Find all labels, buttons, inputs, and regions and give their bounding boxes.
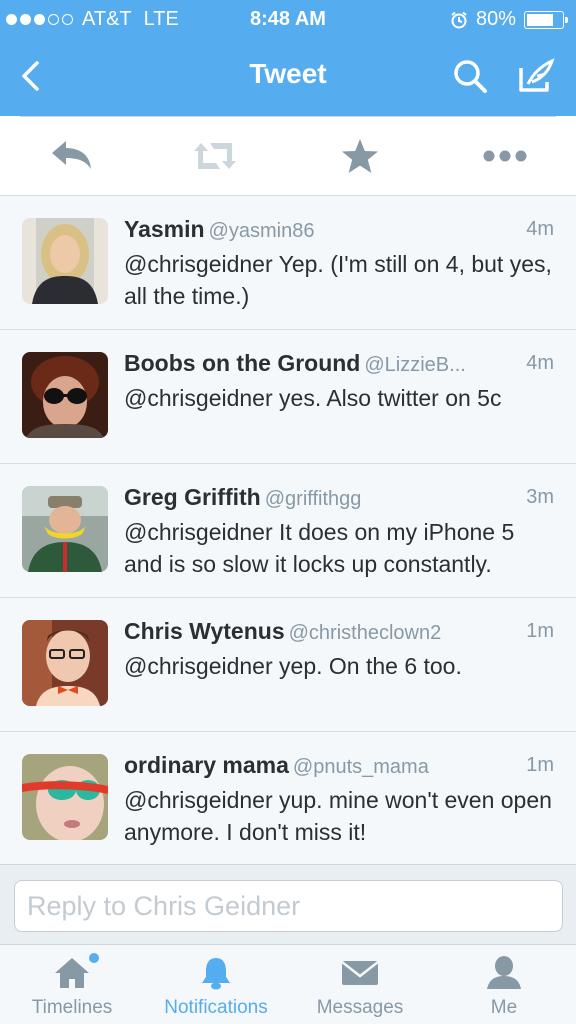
- retweet-icon: [190, 139, 240, 173]
- reply-time: 1m: [520, 754, 554, 777]
- retweet-button[interactable]: [190, 136, 240, 176]
- author-name[interactable]: Chris Wytenus: [124, 618, 285, 644]
- new-indicator-dot: [89, 953, 99, 963]
- avatar[interactable]: [22, 352, 108, 438]
- reply-text: @chrisgeidner yes. Also twitter on 5c: [124, 385, 502, 411]
- battery-fill: [527, 13, 554, 26]
- reply-item[interactable]: Yasmin @yasmin86 4m @chrisgeidner Yep. (I…: [0, 196, 576, 330]
- reply-list: Yasmin @yasmin86 4m @chrisgeidner Yep. (I…: [0, 196, 576, 866]
- author-handle[interactable]: @christheclown2: [289, 622, 442, 644]
- search-button[interactable]: [448, 56, 492, 96]
- reply-header: Chris Wytenus @christheclown2: [124, 618, 554, 648]
- bell-icon: [198, 955, 234, 991]
- tab-notifications[interactable]: Notifications: [144, 945, 288, 1024]
- author-name[interactable]: Yasmin: [124, 216, 205, 242]
- author-handle[interactable]: @yasmin86: [209, 220, 315, 242]
- reply-item[interactable]: Greg Griffith @griffithgg 3m @chrisgeidne…: [0, 464, 576, 598]
- favorite-button[interactable]: [335, 136, 385, 176]
- person-icon: [485, 955, 523, 991]
- battery-percent: 80%: [475, 8, 516, 30]
- reply-header: Yasmin @yasmin86: [124, 216, 554, 246]
- avatar[interactable]: [22, 620, 108, 706]
- reply-time: 4m: [520, 352, 554, 375]
- tab-me[interactable]: Me: [432, 945, 576, 1024]
- more-button[interactable]: [480, 136, 530, 176]
- reply-icon: [50, 139, 94, 173]
- tweet-actions: [0, 116, 576, 196]
- alarm-icon: [450, 11, 468, 29]
- tab-label: Timelines: [31, 997, 113, 1018]
- star-icon: [341, 138, 379, 174]
- author-handle[interactable]: @LizzieB...: [364, 354, 465, 376]
- reply-item[interactable]: Chris Wytenus @christheclown2 1m @chrisge…: [0, 598, 576, 732]
- reply-bar: [0, 864, 576, 944]
- home-icon: [53, 956, 91, 990]
- tab-icon-wrap: [198, 955, 234, 991]
- author-handle[interactable]: @pnuts_mama: [293, 756, 429, 778]
- avatar[interactable]: [22, 218, 108, 304]
- author-name[interactable]: Greg Griffith: [124, 484, 261, 510]
- tab-bar: Timelines Notifications Messages Me: [0, 944, 576, 1024]
- author-name[interactable]: Boobs on the Ground: [124, 350, 360, 376]
- more-icon: [482, 149, 528, 163]
- battery-icon: [524, 10, 568, 29]
- reply-text: @chrisgeidner It does on my iPhone 5 and…: [124, 519, 515, 577]
- search-icon: [452, 58, 488, 94]
- reply-input[interactable]: [14, 880, 563, 932]
- tab-icon-wrap: [53, 953, 99, 991]
- reply-text: @chrisgeidner yup. mine won't even open …: [124, 787, 552, 845]
- author-handle[interactable]: @griffithgg: [265, 488, 362, 510]
- reply-button[interactable]: [47, 136, 97, 176]
- tab-label: Notifications: [164, 997, 268, 1018]
- reply-time: 4m: [520, 218, 554, 241]
- status-bar: AT&T LTE 8:48 AM 80%: [0, 0, 576, 38]
- tab-icon-wrap: [340, 955, 380, 991]
- reply-time: 1m: [520, 620, 554, 643]
- tab-timelines[interactable]: Timelines: [0, 945, 144, 1024]
- tab-label: Me: [490, 997, 518, 1018]
- envelope-icon: [340, 958, 380, 988]
- tab-label: Messages: [316, 997, 404, 1018]
- tab-messages[interactable]: Messages: [288, 945, 432, 1024]
- header: AT&T LTE 8:48 AM 80% Tweet: [0, 0, 576, 116]
- compose-button[interactable]: [514, 56, 558, 96]
- status-right: 80%: [450, 8, 568, 31]
- reply-time: 3m: [520, 486, 554, 509]
- reply-header: Greg Griffith @griffithgg: [124, 484, 554, 514]
- avatar[interactable]: [22, 486, 108, 572]
- reply-text: @chrisgeidner Yep. (I'm still on 4, but …: [124, 251, 552, 309]
- author-name[interactable]: ordinary mama: [124, 752, 289, 778]
- nav-bar: Tweet: [0, 38, 576, 116]
- avatar[interactable]: [22, 754, 108, 840]
- reply-item[interactable]: Boobs on the Ground @LizzieB... 4m @chris…: [0, 330, 576, 464]
- reply-text: @chrisgeidner yep. On the 6 too.: [124, 653, 462, 679]
- reply-header: Boobs on the Ground @LizzieB...: [124, 350, 554, 380]
- divider: [20, 116, 556, 117]
- compose-icon: [517, 58, 555, 94]
- reply-item[interactable]: ordinary mama @pnuts_mama 1m @chrisgeidne…: [0, 732, 576, 866]
- tab-icon-wrap: [485, 955, 523, 991]
- reply-header: ordinary mama @pnuts_mama: [124, 752, 554, 782]
